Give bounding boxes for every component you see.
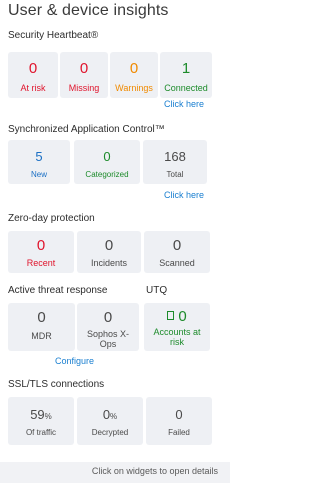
- heartbeat-section-label: Security Heartbeat®: [8, 30, 99, 41]
- app-control-section-label: Synchronized Application Control™: [8, 124, 165, 135]
- zero-day-section-label: Zero-day protection: [8, 213, 95, 224]
- heartbeat-warnings-widget[interactable]: 0 Warnings: [110, 52, 158, 98]
- mdr-label: MDR: [31, 331, 52, 341]
- traffic-label: Of traffic: [25, 428, 57, 437]
- incidents-label: Incidents: [90, 258, 128, 268]
- ssl-section-label: SSL/TLS connections: [8, 379, 105, 390]
- heartbeat-missing-widget[interactable]: 0 Missing: [60, 52, 108, 98]
- recent-label: Recent: [26, 258, 56, 268]
- missing-value: 0: [79, 60, 89, 77]
- accounts-value: 0: [178, 308, 187, 325]
- connected-label: Connected: [164, 83, 208, 93]
- categorized-label: Categorized: [85, 170, 129, 179]
- accounts-value-row: 0: [144, 309, 210, 325]
- mdr-value: 0: [37, 309, 46, 326]
- heartbeat-connected-widget[interactable]: 1 Connected: [160, 52, 212, 98]
- recent-value: 0: [36, 237, 46, 254]
- threat-response-configure-link[interactable]: Configure: [55, 356, 94, 366]
- traffic-value-row: 59%: [8, 407, 74, 425]
- insights-panel: User & device insights Security Heartbea…: [0, 0, 230, 483]
- threat-response-xops-widget[interactable]: 0 Sophos X-Ops: [77, 303, 139, 351]
- traffic-unit: %: [44, 412, 52, 421]
- warnings-value: 0: [129, 60, 139, 77]
- heartbeat-click-here-link[interactable]: Click here: [164, 99, 204, 109]
- decrypted-unit: %: [110, 412, 118, 421]
- zero-day-incidents-widget[interactable]: 0 Incidents: [77, 231, 141, 273]
- account-rect-icon: [167, 311, 175, 320]
- zero-day-recent-widget[interactable]: 0 Recent: [8, 231, 74, 273]
- decrypted-label: Decrypted: [91, 428, 129, 437]
- decrypted-value-row: 0%: [77, 407, 143, 425]
- xops-value: 0: [103, 309, 113, 326]
- threat-response-section-label: Active threat response: [8, 285, 108, 296]
- xops-label: Sophos X-Ops: [86, 329, 130, 349]
- threat-response-mdr-widget[interactable]: 0 MDR: [8, 303, 75, 351]
- ssl-failed-widget[interactable]: 0 Failed: [146, 397, 212, 445]
- zero-day-scanned-widget[interactable]: 0 Scanned: [144, 231, 210, 273]
- categorized-value: 0: [103, 149, 111, 164]
- total-value: 168: [164, 149, 186, 164]
- traffic-value: 59: [30, 407, 45, 422]
- total-label: Total: [166, 170, 184, 179]
- accounts-label: Accounts at risk: [153, 327, 201, 347]
- footer-hint: Click on widgets to open details: [0, 462, 230, 483]
- failed-label: Failed: [168, 428, 190, 437]
- scanned-value: 0: [172, 237, 182, 254]
- utq-section-label: UTQ: [146, 285, 168, 296]
- ssl-decrypted-widget[interactable]: 0% Decrypted: [77, 397, 143, 445]
- app-control-total-widget[interactable]: 168 Total: [143, 140, 207, 184]
- failed-value: 0: [175, 407, 183, 422]
- at-risk-label: At risk: [20, 83, 46, 93]
- app-control-click-here-link[interactable]: Click here: [164, 190, 204, 200]
- heartbeat-at-risk-widget[interactable]: 0 At risk: [8, 52, 58, 98]
- missing-label: Missing: [68, 83, 100, 93]
- panel-title: User & device insights: [8, 2, 169, 19]
- incidents-value: 0: [104, 237, 114, 254]
- connected-value: 1: [181, 60, 191, 77]
- utq-accounts-at-risk-widget[interactable]: 0 Accounts at risk: [144, 303, 210, 351]
- app-control-new-widget[interactable]: 5 New: [8, 140, 70, 184]
- at-risk-value: 0: [28, 60, 38, 77]
- decrypted-value: 0: [102, 407, 111, 422]
- scanned-label: Scanned: [159, 258, 195, 268]
- new-label: New: [30, 170, 47, 179]
- warnings-label: Warnings: [115, 83, 153, 93]
- new-value: 5: [35, 149, 43, 164]
- ssl-traffic-widget[interactable]: 59% Of traffic: [8, 397, 74, 445]
- app-control-categorized-widget[interactable]: 0 Categorized: [74, 140, 140, 184]
